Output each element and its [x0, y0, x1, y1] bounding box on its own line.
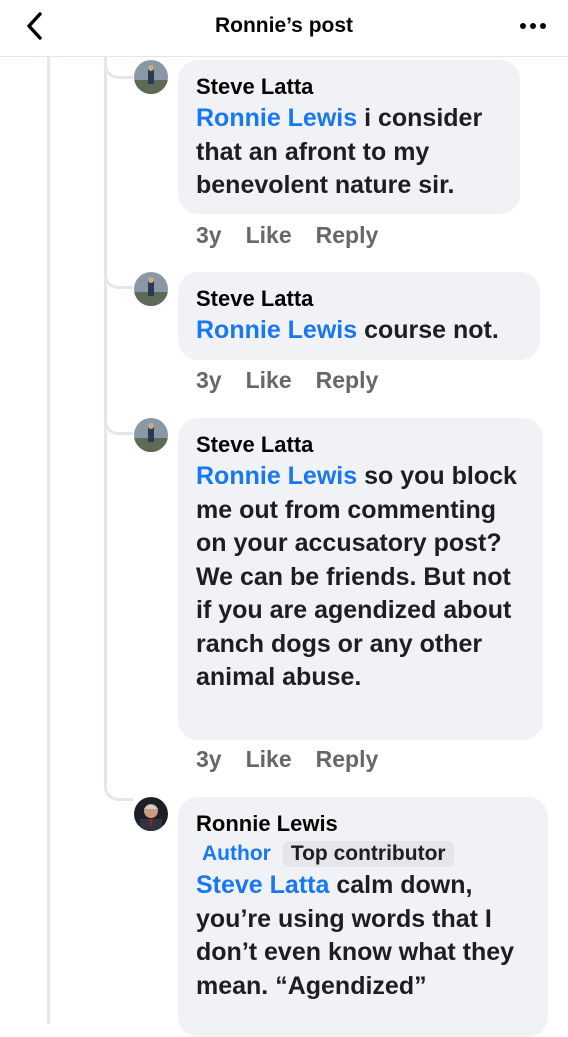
mention-link[interactable]: Ronnie Lewis: [196, 462, 357, 490]
reply-connector: [104, 416, 133, 435]
thread-line: [47, 56, 50, 1024]
comment-text: Steve Latta calm down, you’re using word…: [196, 871, 515, 1000]
reply-connector: [104, 776, 133, 801]
comment-text: Ronnie Lewis so you block me out from co…: [196, 462, 517, 691]
like-button[interactable]: Like: [246, 746, 292, 773]
avatar[interactable]: [134, 60, 168, 94]
comment-text: Ronnie Lewis course not.: [196, 316, 499, 344]
more-options-button[interactable]: [518, 16, 548, 36]
comment-author[interactable]: Ronnie Lewis: [196, 809, 532, 839]
comment-actions: 3y Like Reply: [196, 367, 402, 394]
avatar[interactable]: [134, 272, 168, 306]
reply-button[interactable]: Reply: [316, 222, 379, 249]
author-badges: Author Top contributor: [196, 841, 532, 867]
comment-author[interactable]: Steve Latta: [196, 284, 524, 314]
reply-button[interactable]: Reply: [316, 746, 379, 773]
like-button[interactable]: Like: [246, 222, 292, 249]
more-horizontal-icon: [520, 23, 546, 29]
comment-actions: 3y Like Reply: [196, 222, 402, 249]
reply-connector: [104, 56, 133, 79]
avatar[interactable]: [134, 797, 168, 831]
comment-author[interactable]: Steve Latta: [196, 72, 504, 102]
comment-author[interactable]: Steve Latta: [196, 430, 527, 460]
comment-time[interactable]: 3y: [196, 746, 222, 773]
like-button[interactable]: Like: [246, 367, 292, 394]
author-badge: Author: [202, 842, 271, 865]
comment-text: Ronnie Lewis i consider that an afront t…: [196, 104, 483, 199]
comment-bubble: Ronnie Lewis Author Top contributor Stev…: [178, 797, 548, 1037]
page-title: Ronnie’s post: [214, 14, 354, 37]
mention-link[interactable]: Ronnie Lewis: [196, 316, 357, 344]
mention-link[interactable]: Steve Latta: [196, 871, 329, 899]
comment-time[interactable]: 3y: [196, 222, 222, 249]
comment-bubble: Steve Latta Ronnie Lewis course not.: [178, 272, 540, 360]
top-bar: Ronnie’s post: [0, 0, 568, 57]
mention-link[interactable]: Ronnie Lewis: [196, 104, 357, 132]
reply-connector: [104, 270, 133, 289]
comment-actions: 3y Like Reply: [196, 746, 402, 773]
comment-bubble: Steve Latta Ronnie Lewis i consider that…: [178, 60, 520, 214]
top-contributor-badge: Top contributor: [282, 841, 454, 867]
avatar[interactable]: [134, 418, 168, 452]
reply-button[interactable]: Reply: [316, 367, 379, 394]
comment-time[interactable]: 3y: [196, 367, 222, 394]
comment-bubble: Steve Latta Ronnie Lewis so you block me…: [178, 418, 543, 740]
